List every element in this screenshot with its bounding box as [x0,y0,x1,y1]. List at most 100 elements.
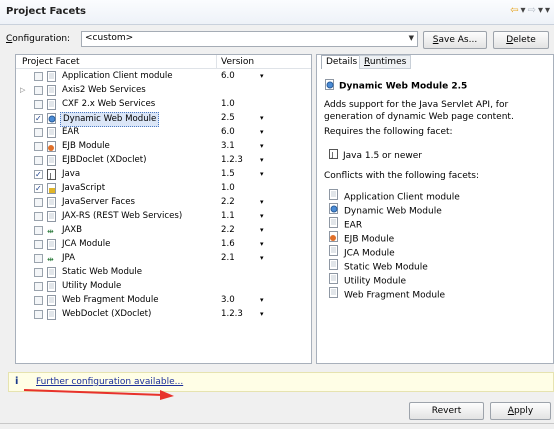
delete-button[interactable]: Delete [493,31,549,49]
version-dropdown-icon[interactable]: ▾ [260,140,264,153]
facet-version[interactable]: 1.1 [221,210,235,223]
tab-details[interactable]: Details [321,55,363,69]
page-icon [47,71,57,82]
facet-row[interactable]: EAR 6.0 ▾ [16,126,311,139]
facet-row[interactable]: CXF 2.x Web Services 1.0 [16,98,311,111]
version-dropdown-icon[interactable]: ▾ [260,196,264,209]
web-module-icon [47,113,57,124]
facet-version[interactable]: 1.5 [221,168,235,181]
version-dropdown-icon[interactable]: ▾ [260,210,264,223]
facet-row[interactable]: JCA Module 1.6 ▾ [16,238,311,251]
version-dropdown-icon[interactable]: ▾ [260,308,264,321]
facet-row[interactable]: WebDoclet (XDoclet) 1.2.3 ▾ [16,308,311,321]
page-icon [47,309,57,320]
column-header-facet[interactable]: Project Facet [22,57,80,67]
ejb-icon [47,141,57,152]
facet-checkbox[interactable] [34,226,43,235]
configuration-select[interactable]: <custom> ▼ [81,31,418,47]
facet-name: Dynamic Web Module [60,112,160,127]
facet-name: Axis2 Web Services [62,85,146,95]
facet-version[interactable]: 2.2 [221,224,235,237]
tab-runtimes[interactable]: Runtimes [359,55,412,69]
facet-checkbox[interactable] [34,182,43,195]
page-title: Project Facets [6,6,86,17]
facet-row[interactable]: Application Client module 6.0 ▾ [16,70,311,83]
facet-checkbox[interactable] [34,254,43,263]
facet-version[interactable]: 1.6 [221,238,235,251]
further-configuration-link[interactable]: Further configuration available... [36,377,183,387]
info-icon: i [15,376,19,387]
facet-version[interactable]: 6.0 [221,70,235,83]
back-arrow-icon[interactable]: ⇦ [510,5,518,17]
page-icon [47,281,57,292]
facet-details-title: Dynamic Web Module 2.5 [325,79,467,93]
facet-version[interactable]: 2.1 [221,252,235,265]
svg-text:⇹: ⇹ [47,227,54,236]
facet-version[interactable]: 3.1 [221,140,235,153]
facet-checkbox[interactable] [34,128,43,137]
facet-row[interactable]: EJB Module 3.1 ▾ [16,140,311,153]
facet-checkbox[interactable] [34,168,43,181]
facet-checkbox[interactable] [34,156,43,165]
facet-checkbox[interactable] [34,296,43,305]
facet-name: JCA Module [62,239,111,249]
forward-arrow-icon[interactable]: ⇨ [528,5,536,17]
version-dropdown-icon[interactable]: ▾ [260,70,264,83]
save-as-button[interactable]: Save As... [423,31,487,49]
facet-version[interactable]: 2.2 [221,196,235,209]
jaxb-icon: ⇹ [47,225,57,236]
facet-row[interactable]: Static Web Module [16,266,311,279]
version-dropdown-icon[interactable]: ▾ [260,294,264,307]
facet-row[interactable]: Utility Module [16,280,311,293]
facet-row[interactable]: JavaServer Faces 2.2 ▾ [16,196,311,209]
version-dropdown-icon[interactable]: ▾ [260,112,264,125]
revert-button[interactable]: Revert [409,402,484,420]
facet-version[interactable]: 1.0 [221,98,235,111]
facet-row[interactable]: JavaScript 1.0 [16,182,311,195]
version-dropdown-icon[interactable]: ▾ [260,168,264,181]
facet-row[interactable]: ⇹ JAXB 2.2 ▾ [16,224,311,237]
back-dropdown-icon[interactable]: ▾ [521,5,526,17]
version-dropdown-icon[interactable]: ▾ [260,252,264,265]
facet-checkbox[interactable] [34,198,43,207]
facet-row[interactable]: Web Fragment Module 3.0 ▾ [16,294,311,307]
facet-row[interactable]: J Java 1.5 ▾ [16,168,311,181]
view-menu-icon[interactable]: ▾ [545,5,550,17]
version-dropdown-icon[interactable]: ▾ [260,154,264,167]
facet-checkbox[interactable] [34,310,43,319]
facet-checkbox[interactable] [34,142,43,151]
facet-checkbox[interactable] [34,240,43,249]
javascript-icon [47,183,57,194]
column-header-version[interactable]: Version [221,57,254,67]
version-dropdown-icon[interactable]: ▾ [260,224,264,237]
facet-row[interactable]: JAX-RS (REST Web Services) 1.1 ▾ [16,210,311,223]
facet-row[interactable]: EJBDoclet (XDoclet) 1.2.3 ▾ [16,154,311,167]
facet-checkbox[interactable] [34,282,43,291]
facet-row[interactable]: ▷ Axis2 Web Services [16,84,311,97]
facet-checkbox[interactable] [34,100,43,109]
facet-version[interactable]: 2.5 [221,112,235,125]
version-dropdown-icon[interactable]: ▾ [260,126,264,139]
facet-version[interactable]: 1.0 [221,182,235,195]
facet-checkbox[interactable] [34,86,43,95]
facet-checkbox[interactable] [34,112,43,125]
facet-name: Utility Module [62,281,122,291]
facet-name: JavaScript [62,183,106,193]
facet-description: Adds support for the Java Servlet API, f… [324,100,514,122]
apply-button[interactable]: Apply [490,402,551,420]
facet-version[interactable]: 3.0 [221,294,235,307]
facet-version[interactable]: 1.2.3 [221,154,243,167]
expand-arrow-icon[interactable]: ▷ [20,84,25,97]
facet-details-title-text: Dynamic Web Module 2.5 [339,81,468,92]
facet-version[interactable]: 1.2.3 [221,308,243,321]
svg-text:J: J [49,172,52,180]
facet-row[interactable]: Dynamic Web Module 2.5 ▾ [16,112,311,127]
facet-version[interactable]: 6.0 [221,126,235,139]
version-dropdown-icon[interactable]: ▾ [260,238,264,251]
facet-checkbox[interactable] [34,268,43,277]
facet-row[interactable]: ⇹ JPA 2.1 ▾ [16,252,311,265]
facet-checkbox[interactable] [34,72,43,81]
facet-checkbox[interactable] [34,212,43,221]
forward-dropdown-icon[interactable]: ▾ [538,5,543,17]
bottom-divider [0,423,554,424]
